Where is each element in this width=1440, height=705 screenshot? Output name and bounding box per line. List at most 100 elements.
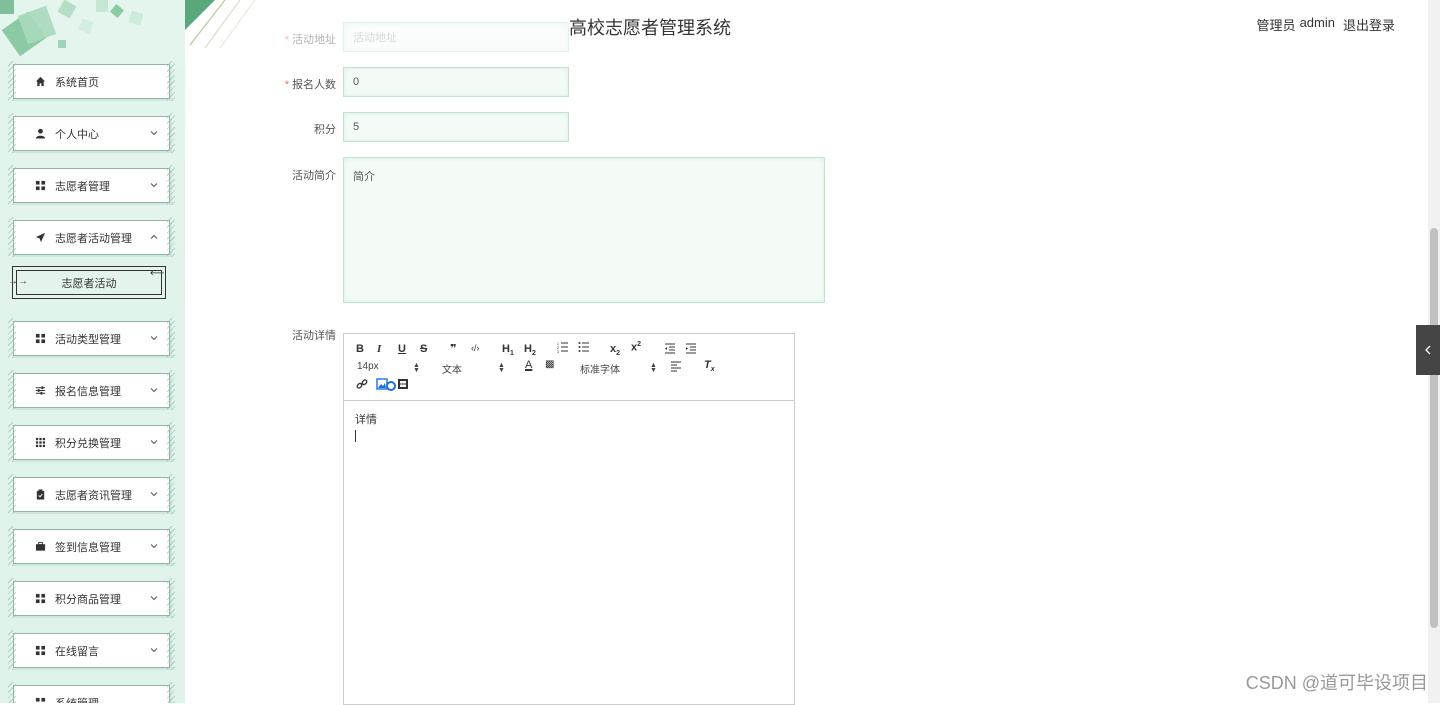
page-title: 高校志愿者管理系统 (569, 18, 731, 38)
sidebar-item-points-product-management[interactable]: 积分商品管理 (8, 578, 175, 618)
details-label: 活动详情 (292, 330, 336, 342)
intro-value: 简介 (353, 171, 375, 183)
points-label: 积分 (314, 124, 336, 136)
text-caret (355, 430, 356, 442)
outdent-icon[interactable] (664, 342, 676, 357)
send-icon (33, 231, 47, 245)
chevron-left-icon (1425, 345, 1431, 355)
user-icon (33, 127, 47, 141)
chevron-down-icon (150, 440, 158, 445)
code-block-button[interactable]: ‹/› (471, 343, 480, 353)
blockquote-button[interactable]: ❞ (450, 342, 456, 355)
header-select[interactable]: 文本 ▲ ▼ (442, 361, 505, 376)
sidebar-item-activity-management[interactable]: 志愿者活动管理 (8, 217, 175, 257)
chevron-down-icon (150, 544, 158, 549)
arrow-right-decoration: →→ (8, 276, 28, 287)
intro-label: 活动简介 (292, 170, 336, 182)
sidebar-item-home[interactable]: 系统首页 (8, 61, 175, 101)
watermark: CSDN @道可毕设项目 (1245, 673, 1428, 693)
h2-button[interactable]: H2 (524, 343, 536, 357)
svg-text:3: 3 (557, 350, 559, 353)
sidebar-item-label: 志愿者资讯管理 (55, 489, 132, 502)
address-input[interactable]: 活动地址 (343, 22, 569, 52)
bullet-list-button[interactable] (578, 341, 590, 356)
sidebar-item-news-management[interactable]: 志愿者资讯管理 (8, 474, 175, 514)
sidebar-item-label: 签到信息管理 (55, 541, 121, 554)
user-role: 管理员 (1256, 18, 1296, 33)
side-panel-toggle[interactable] (1416, 325, 1440, 375)
sidebar-item-label: 活动类型管理 (55, 333, 121, 346)
grid-icon (33, 644, 47, 658)
sidebar-item-checkin-management[interactable]: 签到信息管理 (8, 526, 175, 566)
intro-textarea[interactable]: 简介 (343, 157, 825, 303)
sidebar-item-activity-type-management[interactable]: 活动类型管理 (8, 318, 175, 358)
grid-icon (33, 332, 47, 346)
scrollbar-thumb[interactable] (1430, 228, 1438, 628)
video-icon[interactable] (397, 378, 409, 393)
ordered-list-button[interactable]: 123 (557, 341, 569, 356)
points-value: 5 (353, 121, 360, 133)
align-icon[interactable] (670, 360, 682, 375)
signup-count-input[interactable]: 0 (343, 67, 569, 97)
h1-button[interactable]: H1 (502, 343, 514, 357)
sliders-icon (33, 384, 47, 398)
sidebar-item-volunteer-management[interactable]: 志愿者管理 (8, 165, 175, 205)
italic-button[interactable]: I (377, 343, 381, 355)
sidebar-item-points-exchange[interactable]: 积分兑换管理 (8, 422, 175, 462)
sidebar: 系统首页 个人中心 志愿者管理 志愿者活动管理 志愿者活动 →→ ⟵ 活动类型管… (0, 0, 185, 703)
briefcase-icon (33, 540, 47, 554)
link-icon[interactable] (356, 378, 368, 393)
chevron-down-icon (150, 596, 158, 601)
sidebar-item-label: 报名信息管理 (55, 385, 121, 398)
user-info: 管理员 admin 退出登录 (1257, 15, 1395, 34)
chevron-down-icon (150, 492, 158, 497)
font-family-select[interactable]: 标准字体 ▲ ▼ (580, 361, 657, 376)
sidebar-item-online-message[interactable]: 在线留言 (8, 630, 175, 670)
rich-text-editor: B I U S ❞ ‹/› H1 H2 123 x2 x2 14px ▲ ▼ 文本… (343, 333, 795, 705)
chevron-down-icon (150, 336, 158, 341)
strike-button[interactable]: S (420, 343, 427, 355)
sidebar-item-label: 志愿者活动管理 (55, 232, 132, 245)
superscript-button[interactable]: x2 (631, 341, 641, 354)
editor-toolbar: B I U S ❞ ‹/› H1 H2 123 x2 x2 14px ▲ ▼ 文本… (344, 334, 794, 401)
apps-icon (33, 436, 47, 450)
chevron-down-icon (150, 183, 158, 188)
home-icon (33, 75, 47, 89)
underline-button[interactable]: U (398, 343, 406, 355)
grid-icon (33, 592, 47, 606)
sidebar-item-label: 积分兑换管理 (55, 437, 121, 450)
background-color-icon[interactable]: ▩ (545, 359, 554, 370)
sidebar-item-personal-center[interactable]: 个人中心 (8, 113, 175, 153)
address-placeholder: 活动地址 (353, 32, 397, 44)
editor-content-text: 详情 (355, 414, 377, 426)
sidebar-item-system-management[interactable]: 系统管理 (8, 682, 175, 704)
arrow-left-decoration: ⟵ (150, 268, 165, 279)
sidebar-item-label: 在线留言 (55, 645, 99, 658)
grid-icon (33, 696, 47, 704)
sidebar-item-label: 个人中心 (55, 128, 99, 141)
clipboard-icon (33, 488, 47, 502)
sidebar-item-label: 积分商品管理 (55, 593, 121, 606)
chevron-down-icon (150, 131, 158, 136)
sidebar-item-label: 系统管理 (55, 695, 99, 704)
subscript-button[interactable]: x2 (610, 343, 620, 357)
grid-icon (33, 179, 47, 193)
submenu-item-label: 志愿者活动 (61, 277, 117, 290)
bold-button[interactable]: B (356, 343, 364, 355)
address-label: * 活动地址 (284, 34, 336, 46)
logout-button[interactable]: 退出登录 (1343, 15, 1395, 34)
indent-icon[interactable] (685, 342, 697, 357)
font-color-icon[interactable]: A (525, 359, 532, 371)
chevron-up-icon (150, 234, 158, 239)
clear-format-icon[interactable]: Tx (704, 359, 715, 373)
submenu-item-volunteer-activity[interactable]: 志愿者活动 (12, 266, 166, 299)
sidebar-item-signup-management[interactable]: 报名信息管理 (8, 370, 175, 410)
points-input[interactable]: 5 (343, 112, 569, 142)
font-size-select[interactable]: 14px ▲ ▼ (357, 361, 420, 374)
chevron-down-icon (150, 388, 158, 393)
cursor-highlight-icon (386, 381, 396, 394)
sidebar-item-label: 系统首页 (55, 76, 99, 89)
username: admin (1299, 15, 1335, 30)
editor-content-area[interactable]: 详情 (344, 401, 794, 452)
signup-count-label: * 报名人数 (284, 79, 336, 91)
